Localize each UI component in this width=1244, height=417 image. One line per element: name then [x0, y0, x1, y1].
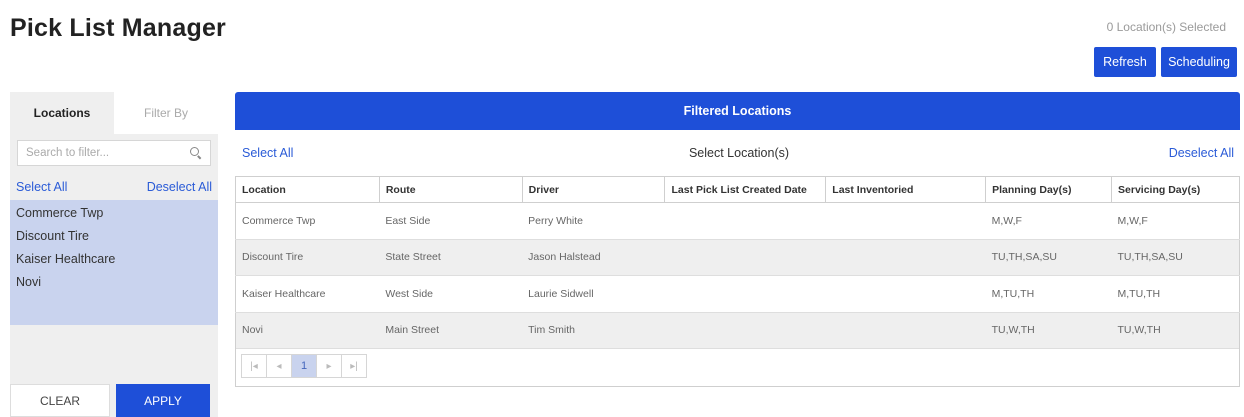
panel-select-all-link[interactable]: Select All: [242, 146, 293, 160]
last-page-icon[interactable]: ▸|: [341, 354, 367, 378]
refresh-button[interactable]: Refresh: [1094, 47, 1156, 77]
table-row[interactable]: Novi Main Street Tim Smith TU,W,TH TU,W,…: [235, 312, 1240, 349]
cell-driver: Tim Smith: [522, 312, 665, 349]
cell-last-inventoried: [825, 202, 986, 240]
selected-count: 0 Location(s) Selected: [1106, 20, 1226, 34]
cell-route: East Side: [379, 202, 523, 240]
cell-location: Kaiser Healthcare: [235, 275, 380, 313]
column-header-location[interactable]: Location: [235, 176, 380, 203]
panel-title: Filtered Locations: [235, 92, 1240, 130]
column-header-servicing-days[interactable]: Servicing Day(s): [1111, 176, 1240, 203]
column-header-route[interactable]: Route: [378, 176, 523, 203]
cell-planning-days: TU,W,TH: [985, 312, 1112, 349]
cell-last-inventoried: [825, 239, 986, 276]
sidebar-deselect-all-link[interactable]: Deselect All: [147, 180, 212, 194]
cell-planning-days: TU,TH,SA,SU: [985, 239, 1112, 276]
location-list: Commerce Twp Discount Tire Kaiser Health…: [10, 200, 218, 325]
clear-button[interactable]: CLEAR: [10, 384, 110, 417]
cell-planning-days: M,W,F: [985, 202, 1112, 240]
scheduling-button[interactable]: Scheduling: [1161, 47, 1237, 77]
cell-route: State Street: [379, 239, 523, 276]
first-page-icon[interactable]: |◂: [241, 354, 267, 378]
location-item-kaiser-healthcare[interactable]: Kaiser Healthcare: [10, 249, 218, 270]
cell-last-pick-list-created-date: [664, 202, 826, 240]
page-number-button[interactable]: 1: [291, 354, 317, 378]
locations-sidebar: Locations Filter By Search to filter... …: [10, 92, 218, 417]
apply-button[interactable]: APPLY: [116, 384, 210, 417]
cell-planning-days: M,TU,TH: [985, 275, 1112, 313]
select-locations-label: Select Location(s): [688, 146, 790, 160]
cell-last-pick-list-created-date: [664, 275, 826, 313]
cell-route: Main Street: [379, 312, 523, 349]
previous-page-icon[interactable]: ◂: [266, 354, 292, 378]
pagination: |◂ ◂ 1 ▸ ▸|: [235, 347, 1240, 387]
table-row[interactable]: Discount Tire State Street Jason Halstea…: [235, 239, 1240, 276]
sidebar-tabs: Locations Filter By: [10, 92, 218, 134]
search-icon: [190, 147, 202, 159]
column-header-driver[interactable]: Driver: [521, 176, 666, 203]
cell-driver: Laurie Sidwell: [522, 275, 665, 313]
tab-filter-by[interactable]: Filter By: [114, 92, 218, 134]
cell-driver: Jason Halstead: [522, 239, 665, 276]
cell-servicing-days: M,TU,TH: [1111, 275, 1240, 313]
location-item-commerce-twp[interactable]: Commerce Twp: [10, 203, 218, 224]
table-row[interactable]: Kaiser Healthcare West Side Laurie Sidwe…: [235, 275, 1240, 313]
cell-location: Novi: [235, 312, 380, 349]
tab-locations[interactable]: Locations: [10, 92, 114, 134]
table-header-row: Location Route Driver Last Pick List Cre…: [235, 176, 1240, 203]
search-input[interactable]: Search to filter...: [17, 140, 211, 166]
sidebar-select-all-link[interactable]: Select All: [16, 180, 67, 194]
cell-last-pick-list-created-date: [664, 312, 826, 349]
cell-location: Discount Tire: [235, 239, 380, 276]
cell-servicing-days: TU,TH,SA,SU: [1111, 239, 1240, 276]
column-header-last-inventoried[interactable]: Last Inventoried: [825, 176, 987, 203]
locations-table: Location Route Driver Last Pick List Cre…: [235, 176, 1240, 349]
cell-last-inventoried: [825, 312, 986, 349]
column-header-last-pick-list-created-date[interactable]: Last Pick List Created Date: [664, 176, 827, 203]
panel-deselect-all-link[interactable]: Deselect All: [1169, 146, 1234, 160]
cell-location: Commerce Twp: [235, 202, 380, 240]
cell-last-inventoried: [825, 275, 986, 313]
search-placeholder: Search to filter...: [26, 147, 110, 159]
cell-servicing-days: M,W,F: [1111, 202, 1240, 240]
table-row[interactable]: Commerce Twp East Side Perry White M,W,F…: [235, 202, 1240, 240]
location-item-discount-tire[interactable]: Discount Tire: [10, 226, 218, 247]
cell-driver: Perry White: [522, 202, 665, 240]
page-title: Pick List Manager: [10, 14, 226, 42]
cell-route: West Side: [379, 275, 523, 313]
cell-servicing-days: TU,W,TH: [1111, 312, 1240, 349]
cell-last-pick-list-created-date: [664, 239, 826, 276]
next-page-icon[interactable]: ▸: [316, 354, 342, 378]
location-item-novi[interactable]: Novi: [10, 272, 218, 293]
column-header-planning-days[interactable]: Planning Day(s): [985, 176, 1113, 203]
